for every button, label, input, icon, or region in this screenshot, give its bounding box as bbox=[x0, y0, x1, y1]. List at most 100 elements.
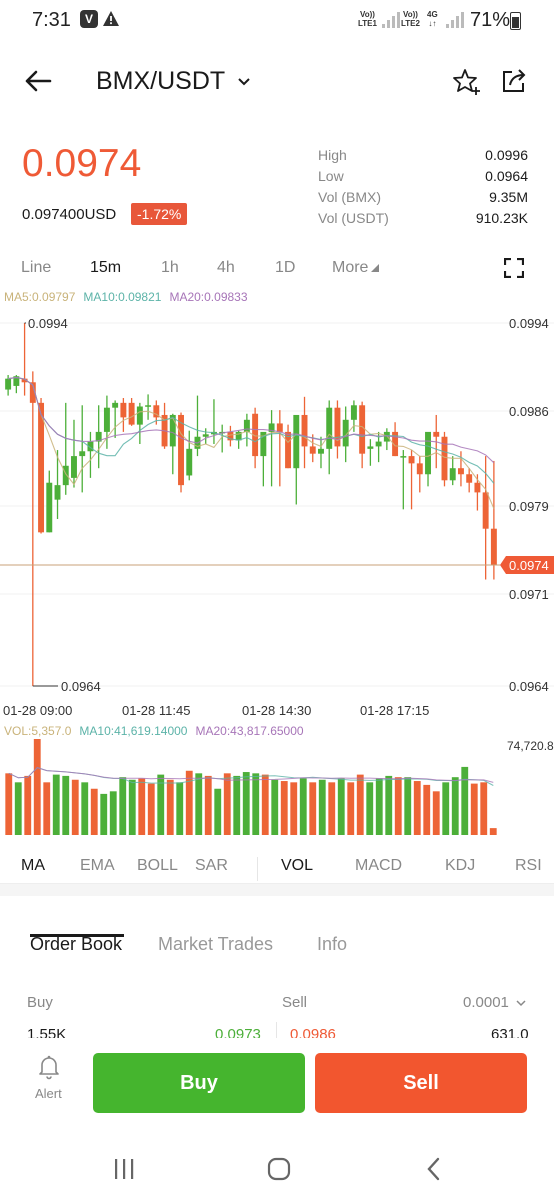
chevron-down-icon[interactable] bbox=[516, 994, 526, 1007]
candle-up bbox=[425, 431, 431, 475]
volume-bar-up bbox=[385, 775, 393, 835]
candle-down bbox=[285, 431, 292, 469]
candle-down bbox=[309, 446, 316, 454]
volume-bar-up bbox=[157, 774, 165, 835]
action-bar: Alert Buy Sell bbox=[0, 1038, 554, 1128]
tf-1d[interactable]: 1D bbox=[275, 259, 295, 277]
order-book-header: Buy Sell 0.0001 bbox=[0, 992, 554, 1014]
back-icon[interactable] bbox=[425, 1156, 443, 1182]
ticker-stats: High 0.0996 Low 0.0964 Vol (BMX) 9.35M Vol … bbox=[318, 147, 528, 231]
volume-bar-down bbox=[309, 782, 317, 835]
current-price-label: 0.0974 bbox=[509, 558, 549, 573]
volume-bar-up bbox=[214, 788, 222, 835]
candle-up bbox=[71, 456, 77, 478]
volume-bar-down bbox=[71, 779, 79, 835]
volume-chart bbox=[5, 739, 497, 835]
stat-vol-bmx: Vol (BMX) 9.35M bbox=[318, 189, 528, 205]
volume-bar-down bbox=[489, 828, 497, 835]
y-tick: 0.0994 bbox=[509, 316, 549, 331]
market-tabs: Order Book Market Trades Info bbox=[0, 928, 554, 978]
candle-up bbox=[293, 414, 300, 469]
volume-bar-down bbox=[290, 782, 298, 835]
volume-bar-down bbox=[166, 779, 174, 835]
tf-line[interactable]: Line bbox=[21, 259, 51, 277]
candle-up bbox=[449, 468, 456, 481]
back-arrow-icon[interactable] bbox=[22, 65, 54, 97]
precision-select[interactable]: 0.0001 bbox=[463, 994, 509, 1011]
tf-15m[interactable]: 15m bbox=[90, 259, 121, 277]
pair-title[interactable]: BMX/USDT bbox=[96, 67, 225, 96]
ob-buy-label: Buy bbox=[27, 994, 53, 1011]
volume-bar-up bbox=[81, 782, 89, 835]
ind-macd[interactable]: MACD bbox=[355, 857, 402, 875]
candle-down bbox=[408, 456, 415, 464]
ob-sell-label: Sell bbox=[282, 994, 308, 1011]
candle-up bbox=[169, 414, 176, 447]
candle-down bbox=[474, 482, 481, 493]
buy-button[interactable]: Buy bbox=[93, 1053, 305, 1113]
tf-4h[interactable]: 4h bbox=[217, 259, 235, 277]
star-plus-icon[interactable] bbox=[452, 67, 482, 97]
candle-down bbox=[128, 402, 135, 425]
signal-icon bbox=[446, 12, 464, 33]
chevron-down-icon[interactable] bbox=[236, 73, 252, 89]
indicator-row: MA EMA BOLL SAR VOL MACD KDJ RSI bbox=[0, 848, 554, 884]
volume-bar-up bbox=[62, 775, 70, 835]
volume-bar-up bbox=[14, 782, 22, 835]
candle-up bbox=[375, 441, 382, 447]
ind-boll[interactable]: BOLL bbox=[137, 857, 178, 875]
tf-more[interactable]: More bbox=[332, 259, 380, 277]
volume-bar-down bbox=[33, 739, 41, 835]
fullscreen-icon[interactable] bbox=[503, 257, 525, 279]
signal-icon bbox=[382, 12, 400, 33]
y-tick: 0.0979 bbox=[509, 499, 549, 514]
tab-info[interactable]: Info bbox=[317, 934, 347, 955]
tf-1h[interactable]: 1h bbox=[161, 259, 179, 277]
volume-bar-down bbox=[280, 781, 288, 835]
ind-sar[interactable]: SAR bbox=[195, 857, 228, 875]
candle-up bbox=[318, 448, 324, 454]
volume-bar-down bbox=[90, 788, 98, 835]
candle-up bbox=[202, 434, 209, 437]
alert-label[interactable]: Alert bbox=[35, 1086, 62, 1101]
x-tick: 01-28 14:30 bbox=[242, 703, 312, 718]
volume-bar-up bbox=[233, 775, 241, 835]
ind-rsi[interactable]: RSI bbox=[515, 857, 542, 875]
tab-market-trades[interactable]: Market Trades bbox=[158, 934, 273, 955]
volume-bar-up bbox=[119, 777, 127, 835]
volume-bar-down bbox=[24, 775, 32, 835]
candle-down bbox=[276, 423, 283, 432]
volume-bar-down bbox=[356, 774, 364, 835]
ind-ema[interactable]: EMA bbox=[80, 857, 115, 875]
last-price: 0.0974 bbox=[22, 142, 142, 185]
candle-up bbox=[367, 446, 374, 449]
candle-down bbox=[301, 414, 308, 447]
volume-bar-down bbox=[413, 781, 421, 835]
recents-icon[interactable] bbox=[112, 1158, 136, 1180]
ind-kdj[interactable]: KDJ bbox=[445, 857, 475, 875]
candle-up bbox=[46, 482, 53, 533]
volume-bar-up bbox=[299, 778, 307, 835]
high-marker-label: 0.0994 bbox=[28, 316, 68, 331]
ind-vol[interactable]: VOL bbox=[281, 857, 313, 875]
volume-bar-up bbox=[176, 782, 184, 835]
sell-button[interactable]: Sell bbox=[315, 1053, 527, 1113]
y-tick: 0.0971 bbox=[509, 587, 549, 602]
change-badge: -1.72% bbox=[131, 203, 188, 225]
candlestick-chart[interactable]: 0.0994 0.0986 0.0979 0.0971 0.0964 0.0994 0.09… bbox=[0, 300, 554, 700]
home-icon[interactable] bbox=[267, 1157, 291, 1181]
volume-bar-up bbox=[375, 778, 383, 835]
share-icon[interactable] bbox=[500, 67, 528, 95]
candle-down bbox=[178, 414, 184, 486]
ind-ma[interactable]: MA bbox=[21, 857, 45, 875]
volume-bar-down bbox=[261, 774, 269, 835]
ma20-line bbox=[8, 376, 495, 464]
bell-icon[interactable] bbox=[37, 1054, 61, 1080]
tab-order-book[interactable]: Order Book bbox=[30, 934, 122, 955]
warning-icon bbox=[102, 10, 120, 32]
volume-bar-up bbox=[366, 782, 374, 835]
volume-bar-down bbox=[204, 775, 212, 835]
candle-up bbox=[326, 407, 333, 449]
stat-high: High 0.0996 bbox=[318, 147, 528, 163]
system-nav-bar bbox=[0, 1140, 554, 1200]
